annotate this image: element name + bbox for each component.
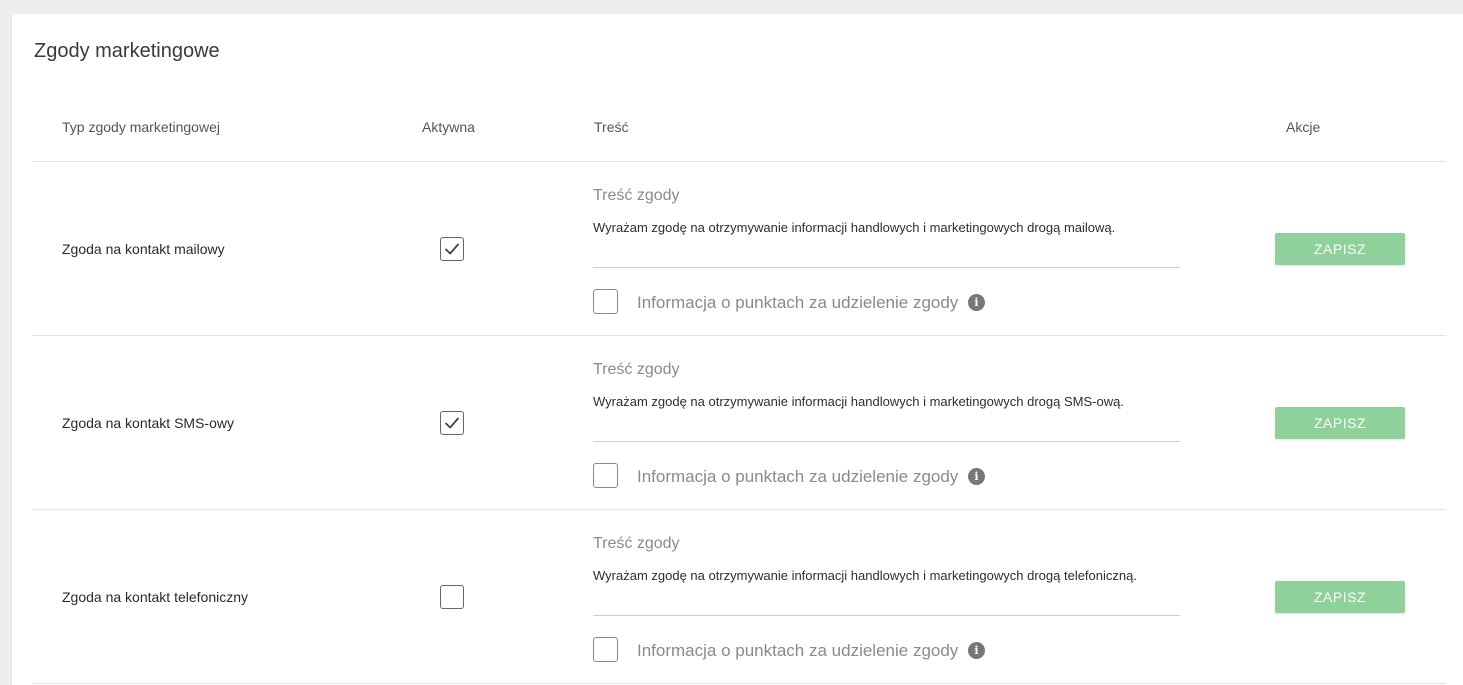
content-field-underline [593,441,1180,442]
content-textarea[interactable]: Wyrażam zgodę na otrzymywanie informacji… [593,392,1180,411]
consents-table: Typ zgody marketingowej Aktywna Treść Ak… [32,102,1446,684]
consent-type-label: Zgoda na kontakt mailowy [62,241,225,257]
check-icon [445,243,459,255]
header-type: Typ zgody marketingowej [62,119,220,135]
page-title: Zgody marketingowe [34,40,220,62]
table-row: Zgoda na kontakt SMS-owy Treść zgody Wyr… [32,336,1446,510]
consent-type-label: Zgoda na kontakt telefoniczny [62,589,249,605]
content-field-underline [593,267,1180,268]
points-info-checkbox[interactable] [593,463,618,488]
header-active: Aktywna [422,119,475,135]
table-header: Typ zgody marketingowej Aktywna Treść Ak… [32,102,1446,162]
save-button[interactable]: ZAPISZ [1275,407,1405,439]
content-field-label: Treść zgody [593,187,680,204]
consent-type-label: Zgoda na kontakt SMS-owy [62,415,234,431]
content-field-label: Treść zgody [593,361,680,378]
table-row: Zgoda na kontakt telefoniczny Treść zgod… [32,510,1446,684]
content-field-label: Treść zgody [593,535,680,552]
info-icon[interactable]: i [968,642,985,659]
content-textarea[interactable]: Wyrażam zgodę na otrzymywanie informacji… [593,566,1180,585]
active-checkbox[interactable] [440,585,464,609]
content-textarea[interactable]: Wyrażam zgodę na otrzymywanie informacji… [593,218,1180,237]
marketing-consents-card: Zgody marketingowe Typ zgody marketingow… [12,14,1463,685]
points-info-label: Informacja o punktach za udzielenie zgod… [637,641,959,660]
save-button[interactable]: ZAPISZ [1275,581,1405,613]
active-checkbox[interactable] [440,237,464,261]
check-icon [445,417,459,429]
header-content: Treść [594,119,629,135]
points-info-label: Informacja o punktach za udzielenie zgod… [637,293,959,312]
info-icon[interactable]: i [968,294,985,311]
active-checkbox[interactable] [440,411,464,435]
header-actions: Akcje [1286,119,1321,135]
points-info-checkbox[interactable] [593,289,618,314]
info-icon[interactable]: i [968,468,985,485]
save-button[interactable]: ZAPISZ [1275,233,1405,265]
points-info-label: Informacja o punktach za udzielenie zgod… [637,467,959,486]
content-field-underline [593,615,1180,616]
table-row: Zgoda na kontakt mailowy Treść zgody Wyr… [32,162,1446,336]
points-info-checkbox[interactable] [593,637,618,662]
